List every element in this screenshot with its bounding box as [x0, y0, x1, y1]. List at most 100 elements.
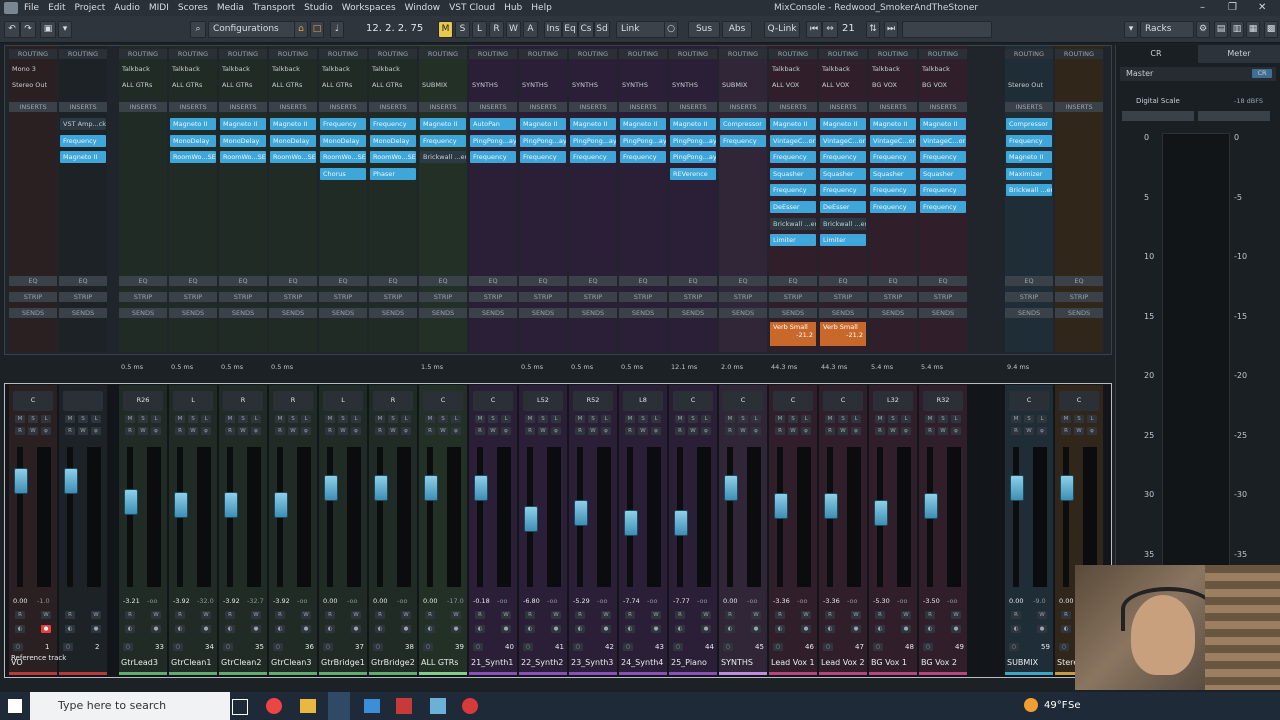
write-all-button[interactable]: W: [506, 21, 521, 38]
write-automation-button[interactable]: W: [801, 611, 811, 619]
eq-label[interactable]: EQ: [419, 276, 467, 286]
phase-button[interactable]: φ: [851, 427, 861, 435]
search-icon[interactable]: ⌕: [190, 21, 206, 38]
fader-handle[interactable]: [624, 510, 638, 536]
phase-button[interactable]: φ: [451, 427, 461, 435]
insert-slot[interactable]: PingPong...ay: [670, 134, 716, 147]
write-button[interactable]: W: [388, 427, 398, 435]
listen-button[interactable]: L: [1087, 415, 1097, 423]
write-button[interactable]: W: [538, 427, 548, 435]
record-enable-button[interactable]: ●: [251, 625, 261, 633]
write-automation-button[interactable]: W: [551, 611, 561, 619]
insert-slot[interactable]: PingPong...ay: [520, 134, 566, 147]
routing-output[interactable]: SYNTHS: [569, 80, 617, 90]
insert-slot[interactable]: Chorus: [320, 167, 366, 180]
read-automation-button[interactable]: R: [525, 611, 535, 619]
insert-slot[interactable]: Frequency: [1006, 134, 1052, 147]
read-button[interactable]: R: [525, 427, 535, 435]
sends-label[interactable]: SENDS: [619, 308, 667, 318]
insert-slot[interactable]: MonoDelay: [320, 134, 366, 147]
menu-midi[interactable]: MIDI: [149, 3, 169, 13]
listen-button[interactable]: L: [501, 415, 511, 423]
insert-slot[interactable]: AutoPan: [470, 118, 516, 130]
listen-button[interactable]: L: [651, 415, 661, 423]
monitor-button[interactable]: ◐: [1011, 625, 1021, 633]
bypass-inserts-button[interactable]: Ins: [544, 21, 562, 38]
taskbar-search-input[interactable]: Type here to search: [30, 692, 230, 720]
edit-channel-icon[interactable]: ○: [773, 643, 783, 651]
mute-button[interactable]: M: [1011, 415, 1021, 423]
insert-slot[interactable]: Magneto II: [870, 118, 916, 130]
record-enable-button[interactable]: ●: [91, 625, 101, 633]
edit-channel-icon[interactable]: ○: [423, 643, 433, 651]
settings-icon[interactable]: [1122, 111, 1194, 121]
mute-button[interactable]: M: [875, 415, 885, 423]
solo-button[interactable]: S: [138, 415, 148, 423]
insert-slot[interactable]: Frequency: [870, 201, 916, 213]
phase-button[interactable]: φ: [351, 427, 361, 435]
insert-slot[interactable]: Maximizer: [1006, 167, 1052, 180]
record-enable-button[interactable]: ●: [501, 625, 511, 633]
read-automation-button[interactable]: R: [65, 611, 75, 619]
eq-label[interactable]: EQ: [169, 276, 217, 286]
monitor-button[interactable]: ◐: [1061, 625, 1071, 633]
inserts-label[interactable]: INSERTS: [819, 102, 867, 112]
routing-input[interactable]: Talkback: [769, 64, 817, 74]
redo-icon[interactable]: ↷: [20, 21, 36, 38]
sends-label[interactable]: SENDS: [319, 308, 367, 318]
channel-name[interactable]: Lead Vox 2: [821, 658, 865, 667]
monitor-button[interactable]: ◐: [525, 625, 535, 633]
layout-split-icon[interactable]: ▥: [1230, 21, 1244, 38]
eq-label[interactable]: EQ: [469, 276, 517, 286]
sends-label[interactable]: SENDS: [669, 308, 717, 318]
phase-button[interactable]: φ: [41, 427, 51, 435]
mute-button[interactable]: M: [225, 415, 235, 423]
menu-hub[interactable]: Hub: [504, 3, 522, 13]
inserts-label[interactable]: INSERTS: [169, 102, 217, 112]
insert-slot[interactable]: Limiter: [770, 234, 816, 247]
monitor-button[interactable]: ◐: [125, 625, 135, 633]
listen-button[interactable]: L: [91, 415, 101, 423]
record-enable-button[interactable]: ●: [701, 625, 711, 633]
fader-handle[interactable]: [924, 493, 938, 520]
write-automation-button[interactable]: W: [351, 611, 361, 619]
edit-channel-icon[interactable]: ○: [1009, 643, 1019, 651]
minimize-button[interactable]: –: [1200, 2, 1205, 13]
mute-button[interactable]: M: [625, 415, 635, 423]
phase-button[interactable]: φ: [951, 427, 961, 435]
read-button[interactable]: R: [225, 427, 235, 435]
menu-file[interactable]: File: [24, 3, 39, 13]
fader-handle[interactable]: [374, 475, 388, 501]
mute-button[interactable]: M: [675, 415, 685, 423]
routing-input[interactable]: Talkback: [919, 64, 967, 74]
fader-handle[interactable]: [64, 468, 78, 494]
write-automation-button[interactable]: W: [91, 611, 101, 619]
read-automation-button[interactable]: R: [675, 611, 685, 619]
insert-slot[interactable]: Frequency: [870, 151, 916, 164]
insert-slot[interactable]: Frequency: [570, 151, 616, 164]
listen-button[interactable]: L: [701, 415, 711, 423]
eq-label[interactable]: EQ: [719, 276, 767, 286]
mute-button[interactable]: M: [1061, 415, 1071, 423]
sends-label[interactable]: SENDS: [169, 308, 217, 318]
sends-label[interactable]: SENDS: [369, 308, 417, 318]
skip-back-icon[interactable]: ⏮: [806, 21, 822, 38]
app-icon[interactable]: [396, 698, 412, 714]
menu-scores[interactable]: Scores: [178, 3, 208, 13]
write-button[interactable]: W: [788, 427, 798, 435]
settings-icon[interactable]: ⚙: [1196, 21, 1210, 38]
routing-output[interactable]: BG VOX: [869, 80, 917, 90]
insert-slot[interactable]: Frequency: [770, 151, 816, 164]
write-automation-button[interactable]: W: [951, 611, 961, 619]
fader-handle[interactable]: [1060, 475, 1074, 501]
channel-name[interactable]: SYNTHS: [721, 658, 753, 667]
routing-output[interactable]: SYNTHS: [469, 80, 517, 90]
insert-slot[interactable]: RoomWo...SE: [220, 151, 266, 164]
insert-slot[interactable]: Frequency: [60, 134, 106, 147]
solo-button[interactable]: S: [538, 415, 548, 423]
edit-channel-icon[interactable]: ○: [1059, 643, 1069, 651]
tab-meter[interactable]: Meter: [1198, 45, 1280, 63]
fader-handle[interactable]: [774, 493, 788, 520]
fader-handle[interactable]: [124, 489, 138, 515]
solo-button[interactable]: S: [938, 415, 948, 423]
